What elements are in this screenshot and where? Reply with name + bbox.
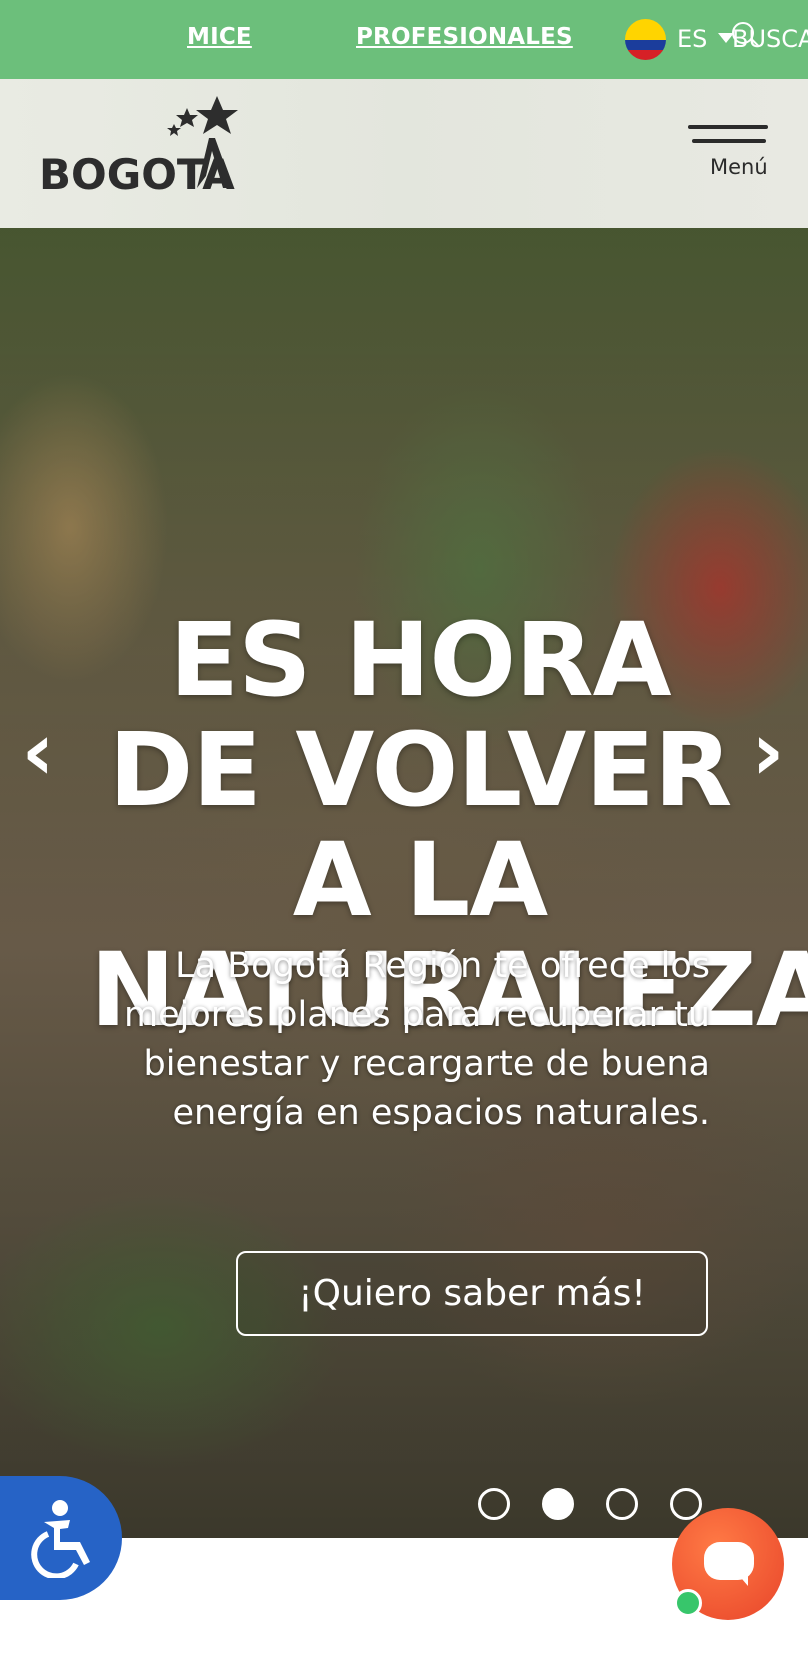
hero-carousel: ES HORA DE VOLVER A LA NATURALEZA La Bog… xyxy=(0,228,808,1538)
carousel-next-icon[interactable]: › xyxy=(748,712,788,792)
hamburger-icon xyxy=(688,125,768,129)
logo-text: BOGOTA xyxy=(39,150,235,199)
accessibility-icon xyxy=(31,1500,90,1578)
online-status-indicator xyxy=(674,1589,702,1617)
carousel-prev-icon[interactable]: ‹ xyxy=(18,712,58,792)
hero-subtitle: La Bogotá Región te ofrece los mejores p… xyxy=(124,946,710,1133)
accessibility-button[interactable] xyxy=(0,1476,122,1600)
menu-label[interactable]: Menú xyxy=(710,155,768,179)
cta-button[interactable]: ¡Quiero saber más! xyxy=(236,1251,708,1336)
carousel-dot[interactable] xyxy=(670,1488,702,1520)
carousel-dot-active[interactable] xyxy=(542,1488,574,1520)
mice-link[interactable]: MICE xyxy=(187,24,252,50)
language-selector[interactable]: ES xyxy=(677,25,707,53)
profesionales-link[interactable]: PROFESIONALES xyxy=(356,24,573,50)
carousel-dot[interactable] xyxy=(606,1488,638,1520)
carousel-dot[interactable] xyxy=(478,1488,510,1520)
top-bar: MICE PROFESIONALES ES BUSCAR xyxy=(0,0,808,79)
hamburger-icon-bar xyxy=(692,139,766,143)
search-icon[interactable] xyxy=(732,22,754,44)
chat-icon-tail xyxy=(736,1572,748,1586)
colombia-flag-icon[interactable] xyxy=(625,19,666,60)
